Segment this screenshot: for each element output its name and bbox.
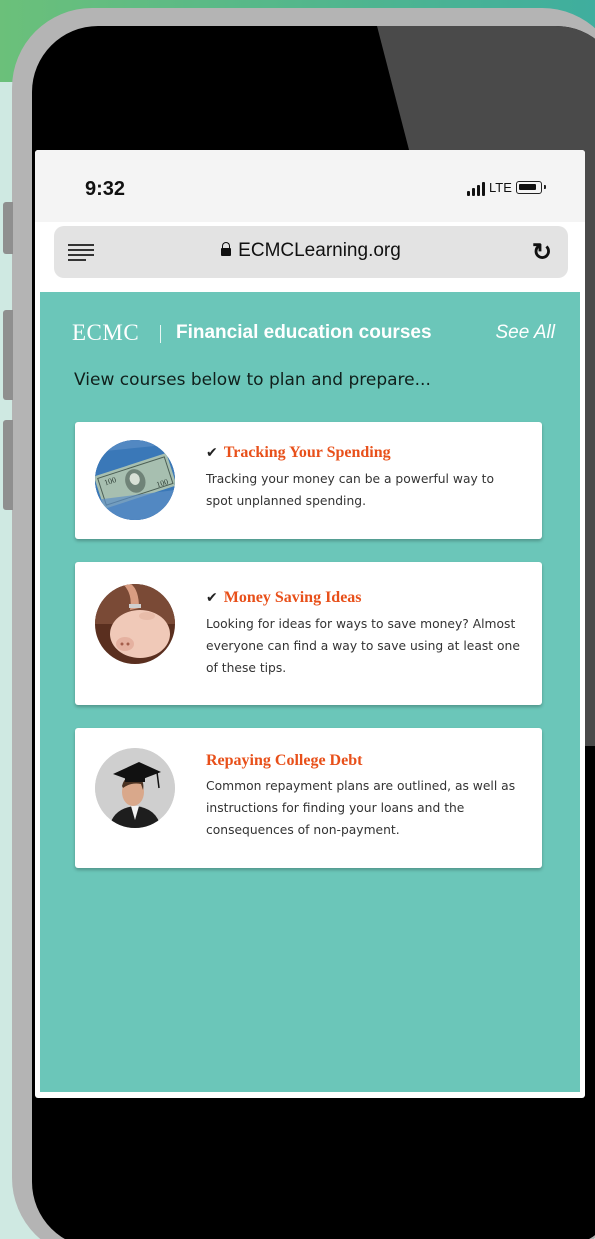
ecmc-logo: ECMC — [72, 320, 140, 345]
header-divider — [160, 325, 161, 343]
graduate-image — [95, 748, 175, 828]
section-title: Financial education courses — [176, 322, 432, 343]
course-card-tracking-spending[interactable]: 100 100 ✔ Tracking Your Spending Tracking… — [75, 422, 542, 539]
status-time: 9:32 — [85, 178, 126, 200]
course-description: Looking for ideas for ways to save money… — [206, 617, 520, 675]
dollar-bill-image: 100 100 — [95, 440, 175, 520]
check-icon: ✔ — [206, 445, 218, 461]
url-label: ECMCLearning.org — [238, 240, 401, 261]
course-description: Tracking your money can be a powerful wa… — [206, 472, 495, 508]
phone-volume-up-button — [3, 310, 13, 400]
lock-icon — [221, 242, 232, 256]
phone-side-button — [3, 202, 13, 254]
piggy-bank-image — [95, 584, 175, 664]
network-label: LTE — [489, 180, 512, 195]
course-description: Common repayment plans are outlined, as … — [206, 779, 516, 837]
course-title[interactable]: ✔ Money Saving Ideas — [206, 589, 362, 607]
course-title[interactable]: ✔ Tracking Your Spending — [206, 444, 391, 462]
phone-screen: 9:32 LTE ECMCLearning.org ↻ ECMC Financi… — [35, 150, 585, 1098]
reload-icon[interactable]: ↻ — [532, 238, 552, 267]
battery-icon — [516, 181, 546, 194]
url-text[interactable]: ECMCLearning.org — [54, 240, 568, 262]
section-header: ECMC Financial education courses See All — [72, 320, 555, 350]
section-subtitle: View courses below to plan and prepare..… — [74, 370, 431, 390]
address-bar[interactable]: ECMCLearning.org ↻ — [54, 226, 568, 278]
phone-volume-down-button — [3, 420, 13, 510]
see-all-link[interactable]: See All — [496, 322, 556, 344]
course-card-college-debt[interactable]: Repaying College Debt Common repayment p… — [75, 728, 542, 868]
course-card-money-saving[interactable]: ✔ Money Saving Ideas Looking for ideas fo… — [75, 562, 542, 705]
status-bar: 9:32 LTE — [35, 150, 585, 222]
course-panel: ECMC Financial education courses See All… — [40, 292, 580, 1092]
signal-icon — [467, 180, 485, 196]
check-icon: ✔ — [206, 590, 218, 606]
course-title[interactable]: Repaying College Debt — [206, 752, 362, 770]
